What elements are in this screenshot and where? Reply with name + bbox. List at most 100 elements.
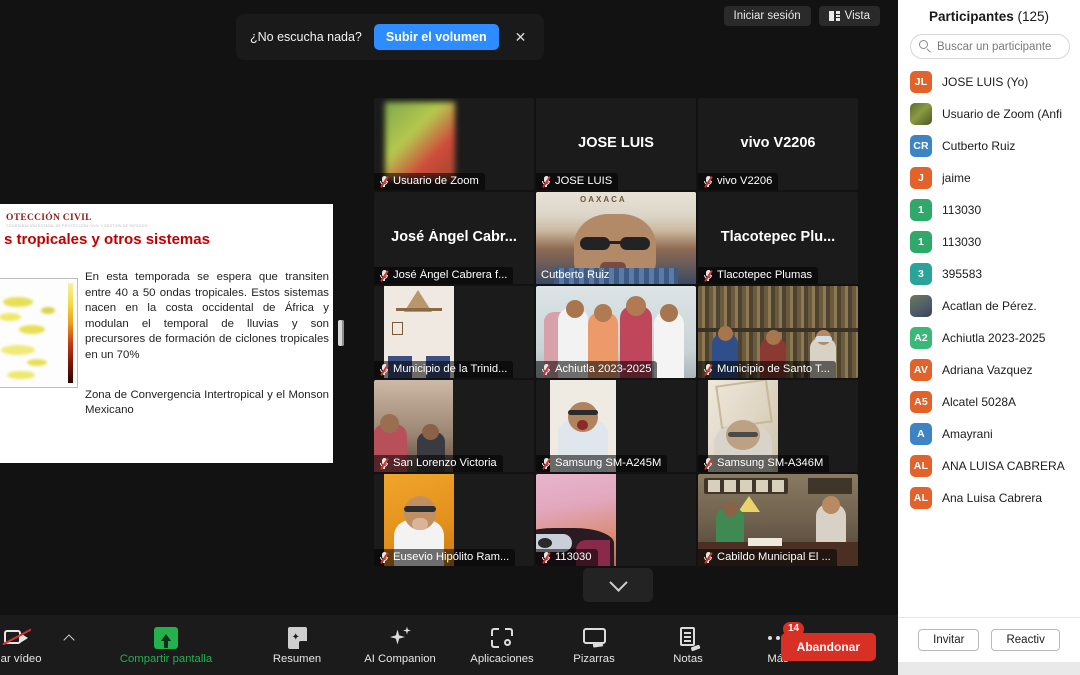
video-tile[interactable]: Samsung SM-A245M <box>536 380 696 472</box>
share-resize-handle[interactable] <box>338 320 344 346</box>
raise-volume-button[interactable]: Subir el volumen <box>373 24 499 50</box>
tile-name-badge: Cutberto Ruiz <box>536 267 615 284</box>
video-tile[interactable]: Tlacotepec Plu... Tlacotepec Plumas <box>698 192 858 284</box>
avatar: 1 <box>910 199 932 221</box>
video-tile[interactable]: vivo V2206 vivo V2206 <box>698 98 858 190</box>
toolbar-label-share-screen: Compartir pantalla <box>119 652 213 665</box>
slide-title: s tropicales y otros sistemas <box>4 231 210 248</box>
tile-participant-name: vivo V2206 <box>717 175 773 187</box>
tile-name-badge: JOSE LUIS <box>536 173 619 190</box>
avatar: 3 <box>910 263 932 285</box>
tile-participant-name: San Lorenzo Victoria <box>393 457 497 469</box>
tile-participant-name: Achiutla 2023-2025 <box>555 363 652 375</box>
shared-screen-slide[interactable]: OTECCIÓN CIVIL COORDINACIÓN ESTATAL DE P… <box>0 204 333 463</box>
video-tile[interactable]: Usuario de Zoom <box>374 98 534 190</box>
participant-row[interactable]: AL Ana Luisa Cabrera <box>898 482 1080 514</box>
leave-meeting-button[interactable]: Abandonar <box>780 633 876 661</box>
slide-paragraph-1: En esta temporada se espera que transite… <box>85 271 329 361</box>
slide-org-line2: COORDINACIÓN ESTATAL DE PROTECCIÓN CIVIL… <box>6 224 148 228</box>
participant-row[interactable]: AL ANA LUISA CABRERA <box>898 450 1080 482</box>
participant-name: Cutberto Ruiz <box>942 139 1016 153</box>
share-screen-icon <box>154 626 178 650</box>
toolbar-label-notes: Notas <box>673 652 703 665</box>
toolbar-label-video: ciar vídeo <box>0 652 42 665</box>
participant-name: Alcatel 5028A <box>942 395 1017 409</box>
video-tile[interactable]: Samsung SM-A346M <box>698 380 858 472</box>
invite-button[interactable]: Invitar <box>918 629 980 651</box>
camera-off-icon <box>2 626 32 650</box>
close-icon[interactable]: ✕ <box>511 30 531 44</box>
audio-toast: ¿No escucha nada? Subir el volumen ✕ <box>236 14 545 60</box>
video-tile[interactable]: Cabildo Municipal El ... <box>698 474 858 566</box>
participant-row[interactable]: A5 Alcatel 5028A <box>898 386 1080 418</box>
participant-name: Adriana Vazquez <box>942 363 1033 377</box>
video-tile[interactable]: Achiutla 2023-2025 <box>536 286 696 378</box>
video-tile[interactable]: JOSE LUIS JOSE LUIS <box>536 98 696 190</box>
video-tile[interactable]: Municipio de la Trinid... <box>374 286 534 378</box>
toolbar-item-whiteboards[interactable]: Pizarras <box>554 615 634 675</box>
video-tile-active-speaker[interactable]: OAXACA Cutberto Ruiz <box>536 192 696 284</box>
tile-placeholder-name: José Ángel Cabr... <box>391 229 517 246</box>
avatar <box>910 295 932 317</box>
video-tile[interactable]: San Lorenzo Victoria <box>374 380 534 472</box>
video-tile[interactable]: 113030 <box>536 474 696 566</box>
participant-row[interactable]: A2 Achiutla 2023-2025 <box>898 322 1080 354</box>
participant-name: 395583 <box>942 267 983 281</box>
participant-row[interactable]: AV Adriana Vazquez <box>898 354 1080 386</box>
slide-org-logo: OTECCIÓN CIVIL COORDINACIÓN ESTATAL DE P… <box>6 213 147 228</box>
view-layout-icon <box>828 11 840 21</box>
participant-name: JOSE LUIS (Yo) <box>942 75 1029 89</box>
participant-row[interactable]: A Amayrani <box>898 418 1080 450</box>
tile-placeholder-name: JOSE LUIS <box>578 135 654 152</box>
avatar: A <box>910 423 932 445</box>
participants-search[interactable] <box>910 34 1070 59</box>
toolbar-item-notes[interactable]: Notas <box>648 615 728 675</box>
header-actions: Iniciar sesión Vista <box>723 6 880 26</box>
tile-placeholder-name: Tlacotepec Plu... <box>720 229 836 246</box>
slide-map-figure <box>0 278 78 388</box>
participant-row[interactable]: 3 395583 <box>898 258 1080 290</box>
video-tile[interactable]: José Ángel Cabr... José Ángel Cabrera f.… <box>374 192 534 284</box>
avatar: A5 <box>910 391 932 413</box>
participant-row[interactable]: Usuario de Zoom (Anfi <box>898 98 1080 130</box>
gallery-scroll-down-button[interactable] <box>583 568 653 602</box>
avatar: CR <box>910 135 932 157</box>
chevron-down-icon <box>608 572 628 592</box>
slide-paragraph-2: Zona de Convergencia Intertropical y el … <box>85 388 329 417</box>
tile-participant-name: Eusevio Hipólito Ram... <box>393 551 510 563</box>
participant-row[interactable]: CR Cutberto Ruiz <box>898 130 1080 162</box>
unmute-all-button[interactable]: Reactiv <box>991 629 1060 651</box>
search-input[interactable] <box>910 34 1070 59</box>
video-options-caret[interactable] <box>60 634 78 646</box>
participant-name: Acatlan de Pérez. <box>942 299 1037 313</box>
tile-participant-name: Tlacotepec Plumas <box>717 269 813 281</box>
toolbar-item-summary[interactable]: ✦ Resumen <box>254 615 340 675</box>
participants-footer: Invitar Reactiv <box>898 617 1080 662</box>
participant-row[interactable]: Acatlan de Pérez. <box>898 290 1080 322</box>
slide-org-line1: OTECCIÓN CIVIL <box>6 213 92 223</box>
video-tile[interactable]: Eusevio Hipólito Ram... <box>374 474 534 566</box>
sign-in-button[interactable]: Iniciar sesión <box>723 6 811 26</box>
participants-list[interactable]: JL JOSE LUIS (Yo) Usuario de Zoom (Anfi … <box>898 66 1080 618</box>
toolbar-item-video[interactable]: ciar vídeo <box>0 615 60 675</box>
toolbar-item-apps[interactable]: Aplicaciones <box>456 615 548 675</box>
participant-row[interactable]: J jaime <box>898 162 1080 194</box>
participants-title-label: Participantes <box>928 9 1014 24</box>
toolbar-item-share-screen[interactable]: Compartir pantalla <box>106 615 226 675</box>
notes-icon <box>679 626 700 651</box>
tile-name-badge: Samsung SM-A245M <box>536 455 668 472</box>
tile-participant-name: Samsung SM-A346M <box>717 457 824 469</box>
view-button[interactable]: Vista <box>818 6 880 26</box>
tile-participant-name: Usuario de Zoom <box>393 175 479 187</box>
participant-row[interactable]: 1 113030 <box>898 226 1080 258</box>
mic-muted-icon <box>379 363 389 376</box>
mic-muted-icon <box>703 175 713 188</box>
participant-name: Amayrani <box>942 427 993 441</box>
participant-name: Ana Luisa Cabrera <box>942 491 1043 505</box>
tile-background-text: OAXACA <box>580 195 627 204</box>
tile-participant-name: Samsung SM-A245M <box>555 457 662 469</box>
toolbar-item-ai-companion[interactable]: AI Companion <box>352 615 448 675</box>
participant-row[interactable]: JL JOSE LUIS (Yo) <box>898 66 1080 98</box>
participant-row[interactable]: 1 113030 <box>898 194 1080 226</box>
video-tile[interactable]: Municipio de Santo T... <box>698 286 858 378</box>
